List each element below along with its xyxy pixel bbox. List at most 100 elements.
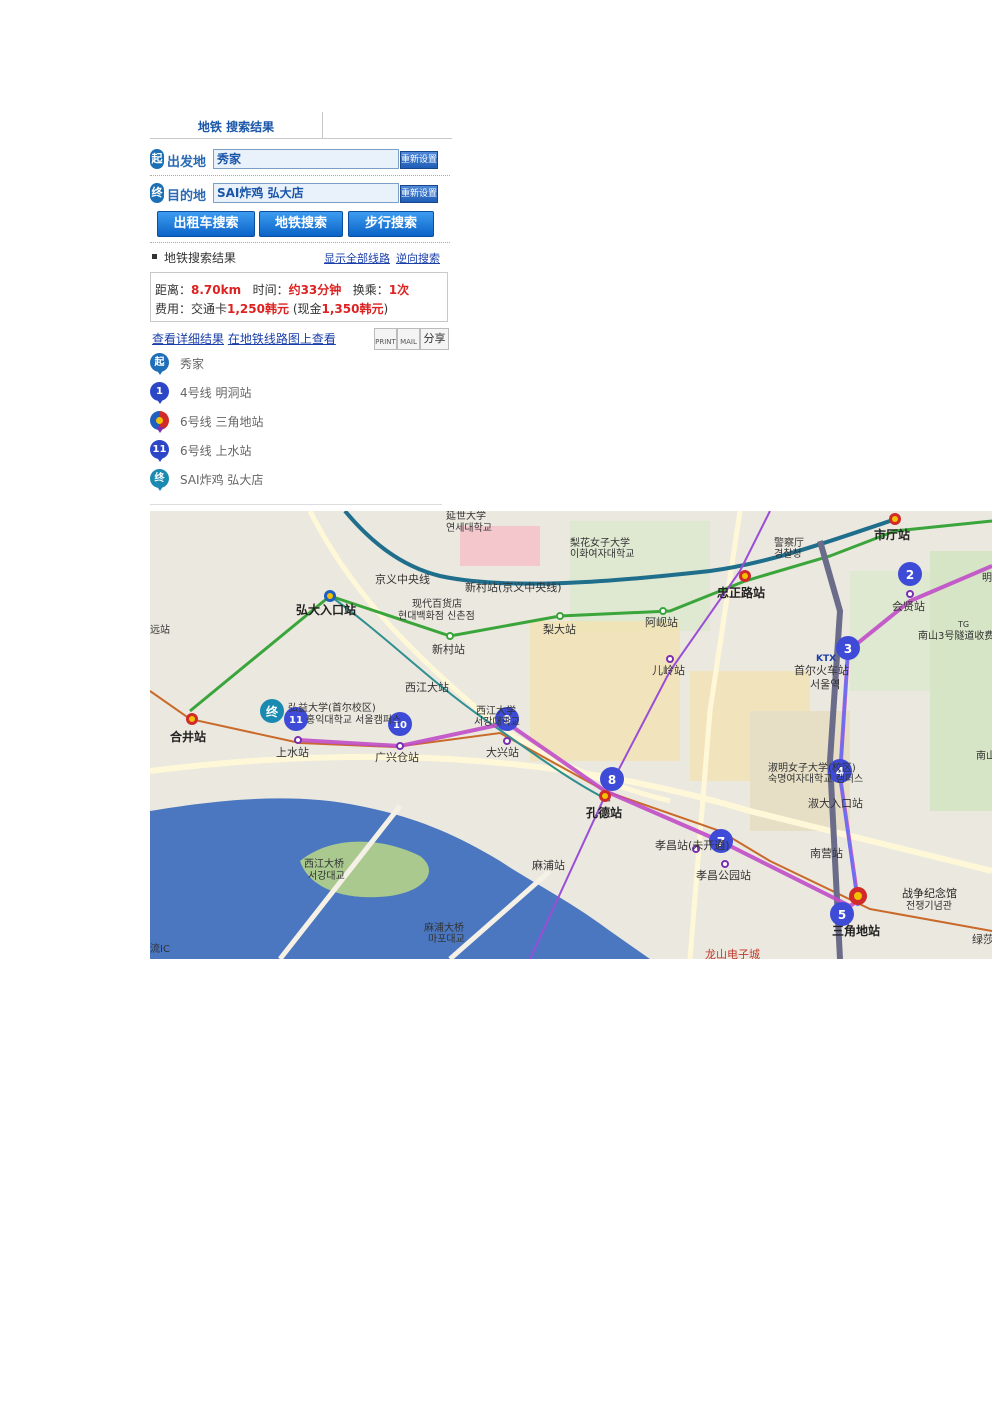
svg-text:8: 8 — [608, 773, 616, 787]
end-row: 终 目的地 SAI炸鸡 弘大店 重新设置 — [150, 179, 450, 205]
mail-icon[interactable]: MAIL — [397, 328, 420, 350]
fare-cash-label: (现金 — [292, 302, 322, 316]
place-label: 明 — [982, 572, 992, 584]
time-value: 约33分钟 — [288, 283, 342, 297]
svg-text:终: 终 — [266, 704, 279, 719]
station-label: 忠正路站 — [717, 585, 765, 600]
summary-line-1: 距离：8.70km 时间：约33分钟 换乘：1次 — [155, 281, 409, 298]
fare-cash-value: 1,350韩元 — [321, 302, 384, 316]
subway-search-button[interactable]: 地铁搜索 — [259, 211, 343, 237]
place-label: 西江大学 — [476, 704, 516, 717]
end-input[interactable]: SAI炸鸡 弘大店 — [213, 183, 399, 203]
place-label: 流IC — [150, 942, 170, 955]
station-dot — [294, 736, 302, 744]
place-label: 전쟁기념관 — [906, 900, 952, 912]
station-label: 西江大站 — [405, 680, 449, 694]
place-label: 서강대학교 — [474, 716, 520, 728]
show-all-routes-link[interactable]: 显示全部线路 — [324, 250, 390, 266]
station-label: 首尔火车站 — [794, 663, 849, 677]
place-label: 战争纪念馆 — [902, 886, 957, 900]
station-label: 儿岭站 — [652, 663, 685, 677]
start-badge-icon: 起 — [150, 149, 164, 169]
tab-bar: 地铁 搜索结果 — [150, 112, 452, 139]
transfer-value: 1次 — [388, 283, 410, 297]
view-on-map-link[interactable]: 在地铁线路图上查看 — [228, 332, 336, 346]
station-label: 会贤站 — [892, 599, 925, 613]
taxi-search-button[interactable]: 出租车搜索 — [157, 211, 255, 237]
share-button[interactable]: 分享 — [420, 328, 449, 350]
place-label: 龙山电子城 — [705, 948, 760, 959]
step-text: 6号线 三角地站 — [180, 415, 264, 429]
line-label: 京义中央线 — [375, 572, 430, 586]
fare-close: ) — [383, 302, 389, 316]
route-marker-8[interactable]: 8 — [600, 767, 624, 791]
tab-subway-results[interactable]: 地铁 搜索结果 — [150, 112, 323, 138]
divider — [150, 504, 442, 505]
place-label: 서강대교 — [308, 870, 345, 882]
step-text: SAI炸鸡 弘大店 — [180, 473, 264, 487]
station-label: 梨大站 — [543, 622, 576, 636]
step-11-marker-icon: 11 — [150, 440, 169, 462]
start-reset-button[interactable]: 重新设置 — [400, 151, 438, 169]
divider — [150, 242, 450, 243]
end-reset-button[interactable]: 重新设置 — [400, 185, 438, 203]
station-label: 弘大入口站 — [296, 602, 356, 617]
ktx-label: KTX — [816, 654, 836, 664]
time-label: 时间： — [252, 283, 289, 297]
walk-search-button[interactable]: 步行搜索 — [348, 211, 434, 237]
distance-label: 距离： — [155, 283, 192, 297]
station-dot — [556, 612, 564, 620]
route-marker-2[interactable]: 2 — [898, 562, 922, 586]
fare-card-value: 1,250韩元 — [227, 302, 289, 316]
station-dot — [446, 632, 454, 640]
station-label: 广兴仓站 — [375, 750, 419, 764]
route-marker-5[interactable]: 5 — [830, 902, 854, 926]
station-label: 合井站 — [170, 729, 206, 744]
station-label: 孔德站 — [586, 805, 622, 820]
end-marker-icon: 终 — [150, 469, 169, 491]
station-label: 上水站 — [276, 745, 309, 759]
place-label: 现代百货店 — [412, 597, 462, 610]
transfer-label: 换乘： — [352, 283, 389, 297]
svg-text:3: 3 — [844, 642, 852, 656]
reverse-search-link[interactable]: 逆向搜索 — [396, 250, 440, 266]
station-dot — [666, 655, 674, 663]
station-dot — [721, 860, 729, 868]
place-label: 이화여자대학교 — [570, 548, 634, 560]
station-label: 市厅站 — [874, 527, 910, 542]
transfer-marker-icon — [150, 411, 169, 433]
urban-area — [530, 621, 680, 761]
distance-value: 8.70km — [191, 283, 242, 297]
place-label: 南山 — [976, 749, 992, 762]
start-label: 出发地 — [167, 155, 207, 170]
view-detail-link[interactable]: 查看详细结果 — [152, 332, 224, 346]
station-label: 阿岘站 — [645, 615, 678, 629]
search-panel: 地铁 搜索结果 起 出发地 秀家 重新设置 终 目的地 SAI炸鸡 弘大店 重新… — [150, 112, 452, 505]
summary-line-2: 费用：交通卡1,250韩元 (现金1,350韩元) — [155, 300, 388, 317]
detail-links: 查看详细结果 在地铁线路图上查看 — [152, 330, 336, 347]
place-label: 西江大桥 — [304, 857, 344, 870]
start-input[interactable]: 秀家 — [213, 149, 399, 169]
place-label: 숙명여자대학교 캠퍼스 — [768, 773, 863, 785]
station-label: 绿莎 — [972, 932, 992, 946]
end-badge-icon: 终 — [150, 183, 164, 203]
station-label: 孝昌公园站 — [696, 868, 751, 882]
svg-text:2: 2 — [906, 568, 914, 582]
step-text: 秀家 — [180, 357, 205, 371]
print-icon[interactable]: PRINT — [374, 328, 397, 350]
station-label: 三角地站 — [832, 923, 880, 938]
route-marker-3[interactable]: 3 — [836, 636, 860, 660]
station-label: 서울역 — [810, 678, 840, 691]
divider — [150, 175, 450, 176]
station-dot — [659, 607, 667, 615]
station-dot — [906, 590, 914, 598]
route-map[interactable]: 2 3 4 5 7 8 9 10 11 终 合井站 弘大入口站 孔德站 忠正路站… — [150, 511, 992, 959]
place-label: 淑明女子大学(校区) — [768, 761, 856, 774]
place-label: 마포대교 — [428, 933, 465, 945]
results-header: 地铁搜索结果 显示全部线路 逆向搜索 — [150, 248, 448, 266]
station-dot — [503, 737, 511, 745]
destination-marker[interactable]: 终 — [260, 699, 284, 723]
start-row: 起 出发地 秀家 重新设置 — [150, 145, 450, 171]
results-title: 地铁搜索结果 — [164, 251, 237, 265]
place-label: 홍익대학교 서울캠퍼스 — [306, 713, 401, 726]
